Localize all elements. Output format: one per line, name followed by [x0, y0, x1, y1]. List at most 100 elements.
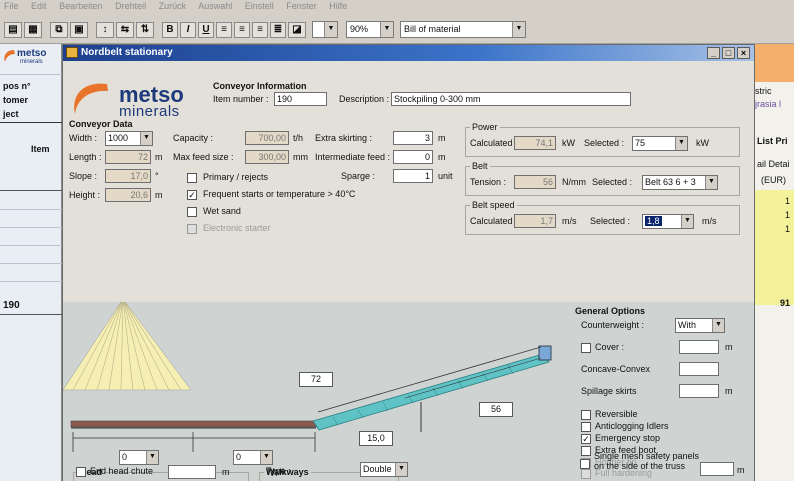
minimize-button[interactable]: _	[707, 47, 720, 59]
paste-icon[interactable]: ▣	[70, 22, 88, 38]
end-head-chute-field[interactable]	[168, 465, 216, 479]
cover-field[interactable]	[679, 340, 719, 354]
chevron-down-icon: ▼	[512, 22, 525, 37]
spillage-unit: m	[725, 386, 733, 396]
close-button[interactable]: ×	[737, 47, 750, 59]
emergency-stop-checkbox[interactable]: ✓	[581, 434, 591, 444]
primary-rejects-checkbox[interactable]	[187, 173, 197, 183]
spillage-label: Spillage skirts	[581, 386, 637, 396]
belt-speed-selected-label: Selected :	[590, 216, 631, 226]
power-select[interactable]: 75 ▼	[632, 136, 688, 151]
drawing-height-value[interactable]: 15,0	[359, 431, 393, 446]
menubar: File Edit Bearbeiten Drehteil Zurück Aus…	[0, 0, 794, 14]
sheet-right-text: jrasia l	[755, 99, 782, 109]
belt-speed-select[interactable]: 1,8 ▼	[642, 214, 694, 229]
merge-icon[interactable]: ⇆	[116, 22, 134, 38]
counterweight-select[interactable]: With ▼	[675, 318, 725, 333]
menu-item[interactable]: Auswahl	[198, 1, 232, 11]
intermediate-feed-field[interactable]: 0	[393, 150, 433, 164]
safety-panels-field[interactable]	[700, 462, 734, 476]
menu-item[interactable]: Fenster	[286, 1, 317, 11]
drawing-length-value[interactable]: 72	[299, 372, 333, 387]
align-right-icon[interactable]: ≡	[252, 22, 268, 38]
intermediate-feed-label: Intermediate feed :	[315, 152, 391, 162]
primary-rejects-label: Primary / rejects	[203, 172, 269, 182]
sparge-label: Sparge :	[341, 171, 376, 181]
align-left-icon[interactable]: ≡	[216, 22, 232, 38]
power-selected-value: 75	[635, 138, 646, 148]
power-calculated-field[interactable]: 74,1	[514, 136, 556, 150]
chevron-down-icon: ▼	[380, 22, 393, 37]
belt-speed-calculated-field[interactable]: 1,7	[514, 214, 556, 228]
print-icon[interactable]: ▤	[4, 22, 22, 38]
menu-item[interactable]: Edit	[31, 1, 47, 11]
sheet-item-190[interactable]: 190	[0, 300, 62, 311]
justify-icon[interactable]: ≣	[270, 22, 286, 38]
frequent-starts-checkbox[interactable]: ✓	[187, 190, 197, 200]
max-feed-field[interactable]: 300,00	[245, 150, 289, 164]
reversible-label: Reversible	[595, 409, 638, 419]
sheet-right-header: ail Detai	[757, 159, 790, 169]
wet-sand-checkbox[interactable]	[187, 207, 197, 217]
counterweight-value: With	[678, 320, 696, 330]
left-section-select[interactable]: 0 ▼	[119, 450, 159, 465]
concave-convex-field[interactable]	[679, 362, 719, 376]
app-icon	[66, 47, 78, 58]
belt-tension-field[interactable]: 56	[514, 175, 556, 189]
chevron-down-icon: ▼	[260, 451, 272, 464]
item-number-field[interactable]: 190	[274, 92, 327, 106]
price-column: 1 1 1	[755, 190, 794, 305]
left-spreadsheet: metso minerals pos n° tomer ject Item 19…	[0, 44, 62, 481]
menu-item[interactable]: Einstell	[245, 1, 274, 11]
chevron-down-icon: ▼	[681, 215, 693, 228]
width-select[interactable]: 1000 ▼	[105, 131, 153, 146]
reversible-checkbox[interactable]	[581, 410, 591, 420]
menu-item[interactable]: File	[4, 1, 19, 11]
align-center-icon[interactable]: ≡	[234, 22, 250, 38]
maximize-button[interactable]: □	[722, 47, 735, 59]
sparge-unit: unit	[438, 171, 453, 181]
capacity-field[interactable]: 700,00	[245, 131, 289, 145]
extra-skirting-field[interactable]: 3	[393, 131, 433, 145]
description-field[interactable]: Stockpiling 0-300 mm	[391, 92, 631, 106]
belt-selected-value: Belt 63 6 + 3	[645, 177, 696, 187]
window-titlebar[interactable]: Nordbelt stationary _ □ ×	[63, 45, 754, 61]
zoom-value: 90%	[350, 24, 369, 34]
fill-color-icon[interactable]: ◪	[288, 22, 306, 38]
extra-feed-boot-checkbox[interactable]	[581, 446, 591, 456]
height-label: Height :	[69, 190, 101, 200]
walkway-type-select[interactable]: Double ▼	[360, 462, 408, 477]
price-cell: 1	[784, 210, 790, 220]
underline-button[interactable]: U	[198, 22, 214, 38]
align-icon[interactable]: ⇅	[136, 22, 154, 38]
menu-item[interactable]: Bearbeiten	[59, 1, 103, 11]
toolbar: ▤ ▦ ⧉ ▣ ↕ ⇆ ⇅ B I U ≡ ≡ ≡ ≣ ◪ ▼ 90% ▼ Bil…	[0, 14, 794, 44]
menu-item[interactable]: Zurück	[159, 1, 187, 11]
spillage-field[interactable]	[679, 384, 719, 398]
end-head-chute-checkbox[interactable]	[76, 467, 86, 477]
right-section-select[interactable]: 0 ▼	[233, 450, 273, 465]
preview-icon[interactable]: ▦	[24, 22, 42, 38]
length-field[interactable]: 72	[105, 150, 151, 164]
copy-icon[interactable]: ⧉	[50, 22, 68, 38]
height-field[interactable]: 20,6	[105, 188, 151, 202]
view-select[interactable]: Bill of material ▼	[400, 21, 526, 38]
cover-checkbox[interactable]	[581, 343, 591, 353]
zoom-select[interactable]: 90% ▼	[346, 21, 394, 38]
menu-item[interactable]: Hilfe	[329, 1, 347, 11]
full-hardening-checkbox[interactable]	[581, 469, 591, 479]
color-dropdown[interactable]: ▼	[312, 21, 338, 38]
safety-panels-checkbox[interactable]	[580, 459, 590, 469]
chevron-down-icon: ▼	[146, 451, 158, 464]
drawing-upper-length-value[interactable]: 56	[479, 402, 513, 417]
slope-field[interactable]: 17,0	[105, 169, 151, 183]
sparge-field[interactable]: 1	[393, 169, 433, 183]
anticlogging-checkbox[interactable]	[581, 422, 591, 432]
sort-icon[interactable]: ↕	[96, 22, 114, 38]
belt-select[interactable]: Belt 63 6 + 3 ▼	[642, 175, 718, 190]
power-selected-label: Selected :	[584, 138, 625, 148]
bold-button[interactable]: B	[162, 22, 178, 38]
italic-button[interactable]: I	[180, 22, 196, 38]
electronic-starter-checkbox[interactable]	[187, 224, 197, 234]
menu-item[interactable]: Drehteil	[115, 1, 146, 11]
